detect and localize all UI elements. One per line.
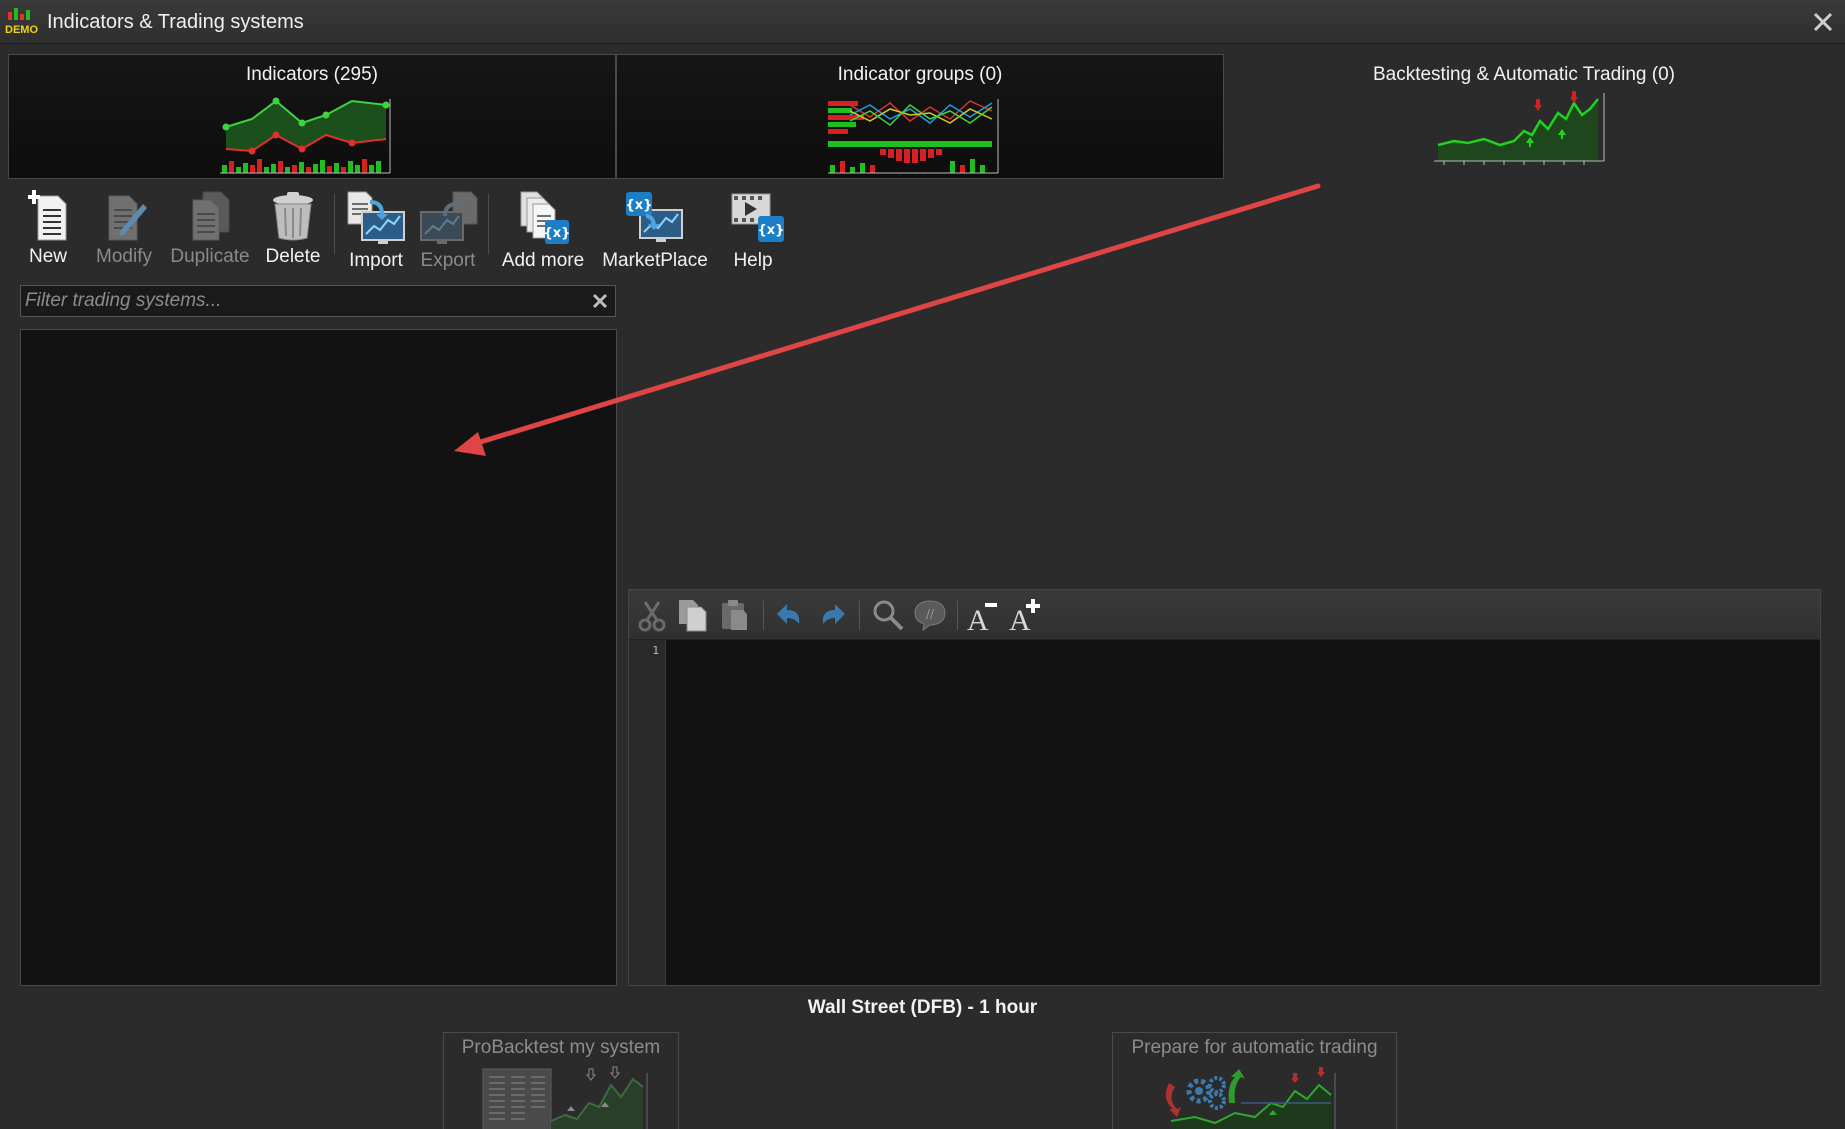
- import-button-label: Import: [349, 250, 403, 271]
- svg-text:{x}: {x}: [758, 223, 785, 238]
- tab-indicators-label: Indicators (295): [245, 64, 378, 85]
- paste-icon[interactable]: [717, 598, 751, 632]
- marketplace-button[interactable]: {x} MarketPlace: [600, 188, 710, 274]
- marketplace-icon: {x}: [626, 192, 683, 242]
- editor-toolbar-separator: [957, 600, 958, 630]
- copy-icon[interactable]: [675, 598, 709, 632]
- svg-text:DEMO: DEMO: [5, 24, 38, 36]
- code-text-area[interactable]: [666, 640, 1820, 985]
- toolbar-separator: [488, 194, 489, 254]
- svg-text:A: A: [967, 604, 989, 632]
- search-icon[interactable]: [871, 598, 905, 632]
- import-button[interactable]: Import: [346, 188, 406, 274]
- new-button-label: New: [28, 246, 67, 267]
- import-icon: [347, 191, 405, 244]
- systems-toolbar: New Modify Duplicate Delete Import Expor…: [20, 188, 800, 274]
- modify-document-icon: [108, 195, 147, 241]
- new-document-icon: [28, 190, 67, 241]
- add-more-button-label: Add more: [501, 250, 585, 271]
- redo-icon[interactable]: [815, 598, 849, 632]
- line-number: 1: [652, 644, 659, 657]
- svg-text:{x}: {x}: [544, 226, 571, 241]
- toolbar-separator: [334, 194, 335, 254]
- tab-backtesting[interactable]: Backtesting & Automatic Trading (0): [1224, 54, 1824, 179]
- help-video-icon: {x}: [731, 193, 785, 242]
- undo-icon[interactable]: [773, 598, 807, 632]
- export-button[interactable]: Export: [417, 188, 479, 274]
- probacktest-icon: [482, 1066, 648, 1129]
- probacktest-button-label: ProBacktest my system: [461, 1037, 661, 1058]
- close-icon[interactable]: [1811, 10, 1835, 34]
- add-more-button[interactable]: {x} Add more: [500, 188, 586, 274]
- prepare-automatic-trading-label: Prepare for automatic trading: [1131, 1037, 1378, 1058]
- export-icon: [420, 191, 478, 244]
- trading-systems-list[interactable]: [20, 329, 617, 986]
- backtesting-chart-icon: [1434, 91, 1605, 165]
- editor-toolbar: // A A: [629, 590, 1820, 640]
- editor-toolbar-separator: [859, 600, 860, 630]
- tab-indicator-groups[interactable]: Indicator groups (0): [616, 54, 1224, 179]
- delete-button[interactable]: Delete: [262, 188, 324, 274]
- code-editor: // A A 1: [628, 589, 1821, 986]
- indicators-chart-icon: [220, 97, 391, 174]
- window-title: Indicators & Trading systems: [47, 11, 304, 33]
- tab-indicator-groups-label: Indicator groups (0): [837, 64, 1003, 85]
- demo-logo: DEMO: [5, 8, 38, 36]
- add-more-icon: {x}: [520, 191, 571, 244]
- svg-text:A: A: [1009, 604, 1031, 632]
- help-button[interactable]: {x} Help: [728, 188, 784, 274]
- filter-box: [20, 285, 616, 317]
- modify-button-label: Modify: [96, 246, 152, 267]
- modify-button[interactable]: Modify: [96, 188, 152, 274]
- tab-backtesting-label: Backtesting & Automatic Trading (0): [1372, 64, 1676, 85]
- svg-text:{x}: {x}: [626, 198, 653, 213]
- clear-filter-icon[interactable]: [591, 292, 609, 310]
- line-number-gutter: 1: [629, 640, 666, 985]
- trash-icon: [273, 192, 313, 241]
- marketplace-button-label: MarketPlace: [602, 250, 708, 271]
- instrument-label: Wall Street (DFB) - 1 hour: [807, 997, 1038, 1018]
- comment-icon[interactable]: //: [913, 598, 947, 632]
- editor-toolbar-separator: [763, 600, 764, 630]
- font-decrease-icon[interactable]: A: [965, 598, 999, 632]
- duplicate-button-label: Duplicate: [170, 246, 250, 267]
- title-bar: DEMO Indicators & Trading systems: [0, 0, 1845, 44]
- probacktest-button[interactable]: ProBacktest my system: [443, 1032, 679, 1129]
- indicator-groups-chart-icon: [828, 99, 999, 174]
- tab-bar: Indicators (295) Indicator groups (0) Ba…: [8, 54, 1824, 179]
- prepare-automatic-trading-button[interactable]: Prepare for automatic trading: [1112, 1032, 1397, 1129]
- filter-trading-systems-input[interactable]: [21, 286, 581, 316]
- svg-text://: //: [926, 607, 935, 621]
- export-button-label: Export: [420, 250, 476, 271]
- automatic-trading-icon: [1165, 1067, 1335, 1129]
- new-button[interactable]: New: [28, 188, 68, 274]
- help-button-label: Help: [733, 250, 773, 271]
- cut-icon[interactable]: [635, 598, 669, 632]
- delete-button-label: Delete: [265, 246, 321, 267]
- duplicate-document-icon: [192, 191, 230, 241]
- font-increase-icon[interactable]: A: [1007, 598, 1041, 632]
- duplicate-button[interactable]: Duplicate: [170, 188, 250, 274]
- tab-indicators[interactable]: Indicators (295): [8, 54, 616, 179]
